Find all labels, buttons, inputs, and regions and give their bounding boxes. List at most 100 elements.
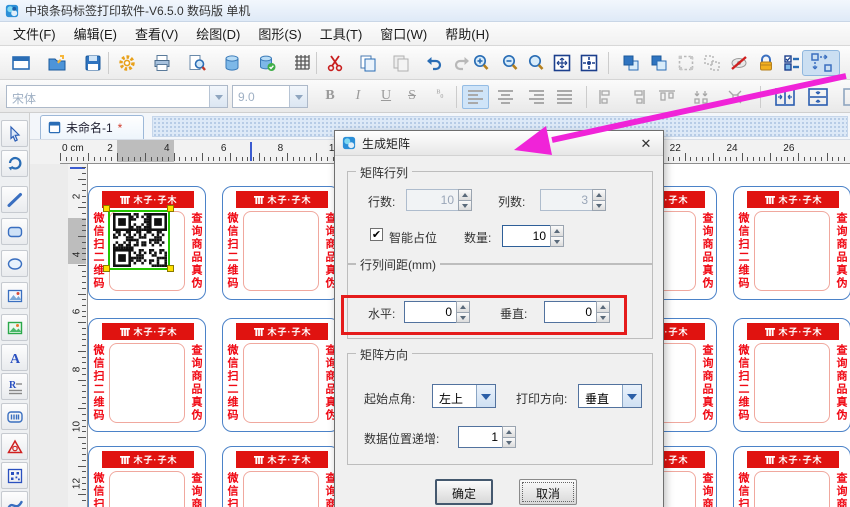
product-label[interactable]: 木子·子木 微信扫二维码 查询商品真伪 <box>88 186 206 300</box>
product-label[interactable]: 木子·子木 微信扫二维码 查询商品真伪 <box>733 446 850 507</box>
font-size-dropdown-icon[interactable] <box>289 86 307 107</box>
hide-object-button[interactable] <box>726 50 752 76</box>
dialog-title-bar[interactable]: 生成矩阵 ✕ <box>335 131 663 156</box>
send-backward-button[interactable] <box>646 50 672 76</box>
increment-spin-up-icon[interactable] <box>503 427 515 437</box>
product-label[interactable]: 木子·子木 微信扫二维码 查询商品真伪 <box>222 186 340 300</box>
group-button[interactable] <box>673 50 699 76</box>
tool-qrcode[interactable] <box>1 462 28 489</box>
paste-button[interactable] <box>388 50 414 76</box>
bold-button[interactable]: B <box>318 86 342 108</box>
tool-text[interactable]: A <box>1 344 28 371</box>
qty-spinner[interactable]: 10 <box>502 225 564 247</box>
selection-handle[interactable] <box>103 265 110 272</box>
grid-setup-button[interactable] <box>289 50 315 76</box>
fit-window-button[interactable] <box>549 50 575 76</box>
ok-button[interactable]: 确定 <box>435 479 493 505</box>
ungroup-button[interactable] <box>699 50 725 76</box>
align-justify-button[interactable] <box>552 85 579 109</box>
align-center-button[interactable] <box>492 85 519 109</box>
product-label[interactable]: 木子·子木 微信扫二维码 查询商品真伪 <box>733 318 850 432</box>
tool-select[interactable] <box>1 120 28 147</box>
start-corner-combo[interactable]: 左上 <box>432 384 496 408</box>
qty-spin-down-icon[interactable] <box>551 235 563 246</box>
bring-forward-button[interactable] <box>618 50 644 76</box>
rows-spin-up-icon[interactable] <box>459 190 471 200</box>
full-view-button[interactable] <box>576 50 602 76</box>
align-right-edges-button[interactable] <box>624 85 650 109</box>
save-button[interactable] <box>80 50 106 76</box>
cancel-button[interactable]: 取消 <box>519 479 577 505</box>
selection-handle[interactable] <box>167 205 174 212</box>
tool-image[interactable] <box>1 282 28 309</box>
print-direction-combo[interactable]: 垂直 <box>578 384 642 408</box>
dialog-close-button[interactable]: ✕ <box>637 135 655 153</box>
align-right-button[interactable] <box>522 85 549 109</box>
font-name-combo[interactable]: 宋体 <box>6 85 228 108</box>
zoom-button[interactable] <box>523 50 549 76</box>
align-left-button[interactable] <box>462 85 489 109</box>
tool-ellipse[interactable] <box>1 250 28 277</box>
undo-button[interactable] <box>420 50 446 76</box>
menu-item-1[interactable]: 编辑(E) <box>65 21 126 46</box>
menu-item-3[interactable]: 绘图(D) <box>187 21 249 46</box>
font-name-dropdown-icon[interactable] <box>209 86 227 107</box>
menu-item-5[interactable]: 工具(T) <box>311 21 372 46</box>
product-label[interactable]: 木子·子木 微信扫二维码 查询商品真伪 <box>222 446 340 507</box>
product-label[interactable]: 木子·子木 微信扫二维码 查询商品真伪 <box>88 318 206 432</box>
product-label[interactable]: 木子·子木 微信扫二维码 查询商品真伪 <box>733 186 850 300</box>
tool-curve[interactable] <box>1 491 28 507</box>
qty-spin-up-icon[interactable] <box>551 226 563 236</box>
char-spacing-button[interactable]: ᴮ₀ <box>428 86 452 108</box>
menu-item-0[interactable]: 文件(F) <box>4 21 65 46</box>
tool-rounded-rect[interactable] <box>1 218 28 245</box>
cols-spin-down-icon[interactable] <box>593 199 605 210</box>
distribute-vertical-button[interactable] <box>722 85 748 109</box>
generate-matrix-button[interactable] <box>802 50 840 76</box>
database-connect-button[interactable] <box>254 50 280 76</box>
settings-button[interactable] <box>114 50 140 76</box>
database-button[interactable] <box>219 50 245 76</box>
increment-spinner[interactable]: 1 <box>458 426 516 448</box>
selection-handle[interactable] <box>167 265 174 272</box>
distribute-horizontal-button[interactable] <box>688 85 714 109</box>
zoom-in-button[interactable] <box>468 50 494 76</box>
tool-picture[interactable] <box>1 314 28 341</box>
strike-button[interactable]: S <box>400 86 424 108</box>
print-preview-button[interactable] <box>184 50 210 76</box>
menu-item-4[interactable]: 图形(S) <box>249 21 310 46</box>
product-label[interactable]: 木子·子木 微信扫二维码 查询商品真伪 <box>222 318 340 432</box>
menu-item-7[interactable]: 帮助(H) <box>436 21 498 46</box>
print-button[interactable] <box>149 50 175 76</box>
rows-spinner[interactable]: 10 <box>406 189 472 211</box>
cols-spinner[interactable]: 3 <box>540 189 606 211</box>
italic-button[interactable]: I <box>346 86 370 108</box>
tool-barcode[interactable] <box>1 403 28 430</box>
menu-item-2[interactable]: 查看(V) <box>126 21 187 46</box>
rows-spin-down-icon[interactable] <box>459 199 471 210</box>
product-label[interactable]: 木子·子木 微信扫二维码 查询商品真伪 <box>88 446 206 507</box>
zoom-out-button[interactable] <box>497 50 523 76</box>
selection-handle[interactable] <box>103 205 110 212</box>
tool-rotate[interactable] <box>1 150 28 177</box>
open-file-button[interactable] <box>44 50 70 76</box>
cut-button[interactable] <box>322 50 348 76</box>
center-page-button[interactable] <box>840 85 850 109</box>
cols-spin-up-icon[interactable] <box>593 190 605 200</box>
menu-item-6[interactable]: 窗口(W) <box>371 21 436 46</box>
increment-spin-down-icon[interactable] <box>503 436 515 447</box>
smart-fill-checkbox[interactable]: ✔ <box>370 228 383 241</box>
underline-button[interactable]: U <box>374 86 398 108</box>
lock-object-button[interactable] <box>753 50 779 76</box>
title-bar[interactable]: 中琅条码标签打印软件-V6.5.0 数码版 单机 <box>0 0 850 22</box>
document-tab[interactable]: 未命名-1 * <box>40 115 144 139</box>
copy-button[interactable] <box>355 50 381 76</box>
align-top-edges-button[interactable] <box>654 85 680 109</box>
center-horizontal-button[interactable] <box>772 85 798 109</box>
tool-rich-text[interactable]: R <box>1 373 28 400</box>
print-direction-dropdown-icon[interactable] <box>622 385 641 407</box>
new-document-button[interactable] <box>8 50 34 76</box>
font-size-combo[interactable]: 9.0 <box>232 85 308 108</box>
center-vertical-button[interactable] <box>805 85 831 109</box>
align-left-edges-button[interactable] <box>594 85 620 109</box>
